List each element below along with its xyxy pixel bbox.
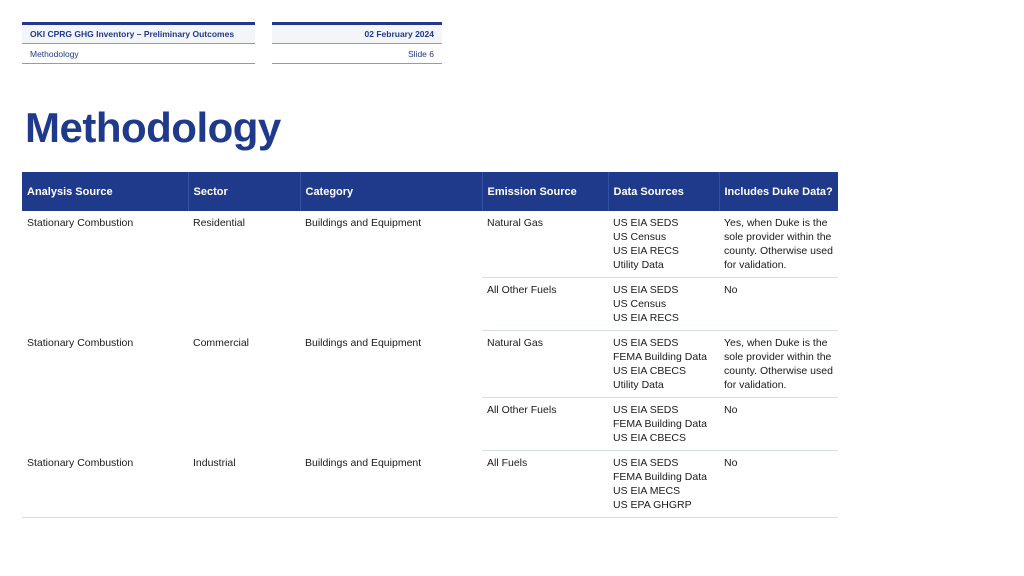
sector-cell: Residential (193, 217, 245, 229)
emission-source-cell: All Fuels (482, 450, 608, 518)
header-right: 02 February 2024 Slide 6 (272, 22, 442, 64)
duke-data-cell: No (719, 397, 838, 451)
sector-cell: Commercial (193, 336, 250, 349)
column-header: Category (300, 172, 483, 211)
category-cell: Buildings and Equipment (300, 450, 482, 518)
data-source-item: US EIA SEDS (613, 404, 679, 416)
data-source-item: Utility Data (613, 379, 664, 391)
data-source-item: US EIA SEDS (613, 284, 679, 296)
column-header: Analysis Source (22, 172, 189, 211)
data-sources-cell: US EIA SEDS FEMA Building Data US EIA CBEC… (608, 397, 719, 451)
page-title: Methodology (25, 104, 281, 151)
data-source-item: US Census (613, 231, 667, 243)
data-sources-cell: US EIA SEDS FEMA Building Data US EIA CBEC… (608, 330, 719, 398)
data-source-item: FEMA Building Data (613, 351, 707, 363)
column-header: Includes Duke Data? (719, 172, 838, 211)
category-cell: Buildings and Equipment (305, 336, 422, 349)
duke-data-cell: No (719, 450, 838, 518)
data-source-item: US EIA SEDS (613, 337, 679, 349)
data-source-item: Utility Data (613, 259, 664, 271)
duke-data-cell: No (719, 277, 838, 331)
table-row: Stationary Combustion Residential Building… (22, 211, 838, 278)
data-source-item: US Census (613, 298, 667, 310)
analysis-source-cell: Stationary Combustion (22, 450, 188, 518)
data-source-item: US EIA CBECS (613, 432, 686, 444)
data-source-item: FEMA Building Data (613, 418, 707, 430)
data-source-item: FEMA Building Data (613, 471, 707, 483)
deck-title: OKI CPRG GHG Inventory – Preliminary Out… (22, 25, 255, 44)
data-sources-cell: US EIA SEDS US Census US EIA RECS Utility D… (608, 211, 719, 278)
emission-source-cell: All Other Fuels (482, 277, 608, 331)
data-source-item: US EIA MECS (613, 485, 681, 497)
column-header: Data Sources (608, 172, 720, 211)
analysis-source-cell: Stationary Combustion (27, 336, 134, 349)
data-source-item: US EIA SEDS (613, 457, 679, 469)
emission-source-cell: Natural Gas (482, 330, 608, 398)
table-row: Stationary Combustion Industrial Buildings… (22, 450, 838, 518)
data-source-item: US EIA SEDS (613, 217, 679, 229)
column-header: Emission Source (482, 172, 609, 211)
data-sources-cell: US EIA SEDS FEMA Building Data US EIA MECS… (608, 450, 719, 518)
data-source-item: US EIA RECS (613, 312, 679, 324)
slide-number: Slide 6 (272, 45, 442, 64)
date-label: 02 February 2024 (272, 25, 442, 44)
emission-source-cell: Natural Gas (482, 211, 608, 278)
data-source-item: US EIA CBECS (613, 365, 686, 377)
analysis-source-cell: Stationary Combustion (27, 217, 134, 229)
duke-data-cell: Yes, when Duke is the sole provider with… (719, 330, 838, 398)
section-label: Methodology (22, 45, 255, 64)
data-source-item: US EIA RECS (613, 245, 679, 257)
table-header-row: Analysis Source Sector Category Emission… (22, 172, 838, 211)
column-header: Sector (188, 172, 301, 211)
data-source-item: US EPA GHGRP (613, 499, 692, 511)
category-cell: Buildings and Equipment (305, 217, 422, 229)
table-row: Stationary Combustion Commercial Buildings… (22, 330, 838, 398)
data-sources-cell: US EIA SEDS US Census US EIA RECS (608, 277, 719, 331)
sector-cell: Industrial (188, 450, 300, 518)
duke-data-cell: Yes, when Duke is the sole provider with… (719, 211, 838, 278)
table-body: Stationary Combustion Residential Building… (22, 211, 838, 518)
methodology-table: Analysis Source Sector Category Emission… (22, 172, 838, 518)
emission-source-cell: All Other Fuels (482, 397, 608, 451)
header-left: OKI CPRG GHG Inventory – Preliminary Out… (22, 22, 255, 64)
